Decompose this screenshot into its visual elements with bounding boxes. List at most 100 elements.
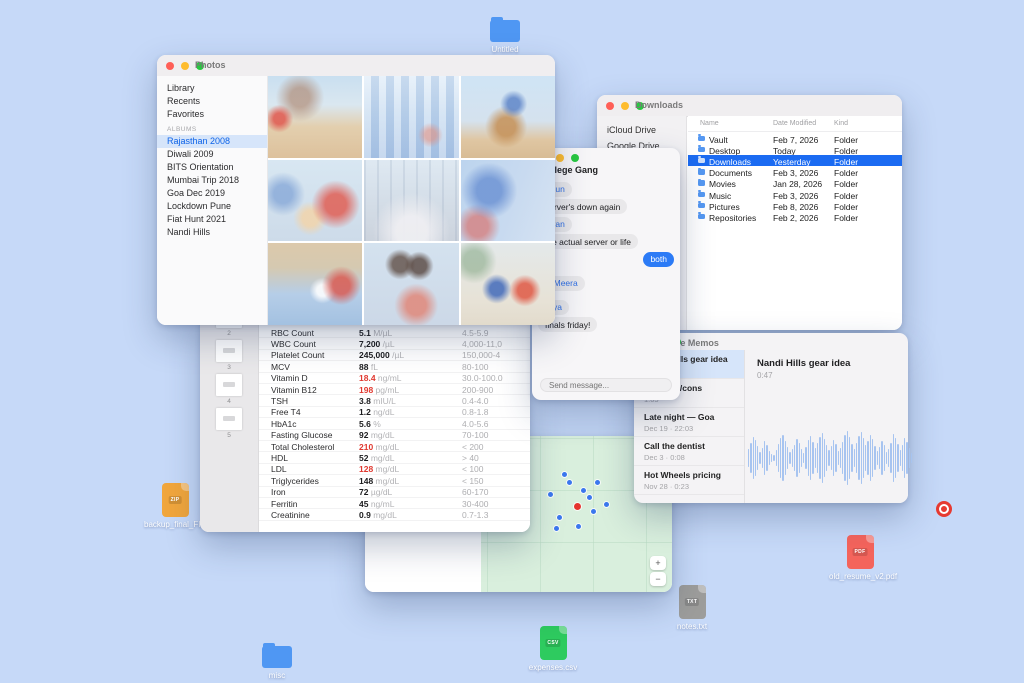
sidebar-item-recents[interactable]: Recents [157, 95, 267, 108]
album-item[interactable]: Diwali 2009 [157, 148, 267, 161]
photo-thumbnail[interactable] [268, 76, 362, 158]
test-value: 52 mg/dL [359, 453, 394, 463]
column-header[interactable]: Date Modified [773, 120, 816, 127]
test-value: 92 mg/dL [359, 430, 394, 440]
test-unit: mg/dL [373, 476, 399, 486]
waveform-bar [893, 434, 894, 482]
waveform-bar [762, 448, 763, 468]
waveform-bar [812, 442, 813, 474]
page-thumbnail[interactable] [216, 374, 242, 396]
date-modified: Feb 3, 2026 [773, 191, 818, 201]
desktop-icon-untitled-folder[interactable]: Untitled [474, 16, 536, 54]
waveform-bar [828, 450, 829, 466]
test-name: WBC Count [271, 339, 316, 349]
location-dot [567, 480, 572, 485]
album-item[interactable]: BITS Orientation [157, 161, 267, 174]
test-value: 5.1 M/µL [359, 328, 392, 338]
waveform-bar [801, 449, 802, 467]
table-row[interactable]: DocumentsFeb 3, 2026Folder [688, 167, 902, 178]
test-unit: pg/mL [373, 385, 399, 395]
photo-thumbnail[interactable] [461, 243, 555, 325]
page-thumbnail-sidebar: 2345 [200, 310, 259, 532]
file-name: Repositories [709, 213, 756, 223]
minimize-button[interactable] [621, 102, 629, 110]
desktop-icon-backup-zip-file[interactable]: ZIPbackup_final_FINAL... [144, 483, 206, 529]
album-item[interactable]: Lockdown Pune [157, 200, 267, 213]
file-kind: Folder [834, 168, 858, 178]
waveform-bar [879, 447, 880, 469]
date-modified: Feb 7, 2026 [773, 135, 818, 145]
table-row[interactable]: RepositoriesFeb 2, 2026Folder [688, 211, 902, 222]
waveform-bar [842, 442, 843, 474]
waveform-bar [808, 440, 809, 476]
waveform-bar [794, 445, 795, 471]
table-row[interactable]: PicturesFeb 8, 2026Folder [688, 200, 902, 211]
test-value: 210 mg/dL [359, 442, 399, 452]
file-name: Movies [709, 179, 736, 189]
test-value: 72 µg/dL [359, 487, 392, 497]
icon-label: Untitled [474, 45, 536, 54]
photo-thumbnail[interactable] [461, 76, 555, 158]
photos-nav: LibraryRecentsFavorites [157, 76, 267, 121]
sidebar-item-icloud-drive[interactable]: iCloud Drive [597, 122, 686, 138]
waveform-bar [895, 438, 896, 478]
maximize-button[interactable] [571, 154, 579, 162]
page-number: 4 [200, 398, 258, 405]
date-modified: Feb 8, 2026 [773, 202, 818, 212]
record-button[interactable] [936, 501, 952, 517]
reference-range: 150,000-4 [462, 350, 528, 360]
table-row[interactable]: DesktopTodayFolder [688, 144, 902, 155]
window-title: Photos [195, 60, 226, 70]
message-input[interactable] [540, 378, 672, 392]
album-item[interactable]: Rajasthan 2008 [157, 135, 267, 148]
test-unit: mg/dL [368, 453, 394, 463]
folder-icon [698, 203, 705, 209]
album-item[interactable]: Fiat Hunt 2021 [157, 213, 267, 226]
desktop-icon-misc-folder[interactable]: misc [246, 642, 308, 680]
test-name: Ferritin [271, 499, 297, 509]
close-button[interactable] [606, 102, 614, 110]
photo-thumbnail[interactable] [268, 243, 362, 325]
table-row[interactable]: MoviesJan 28, 2026Folder [688, 178, 902, 189]
message-thread: Arjunserver's down againKiranthe actual … [538, 179, 674, 332]
page-thumbnail[interactable] [216, 340, 242, 362]
album-item[interactable]: Goa Dec 2019 [157, 187, 267, 200]
table-row[interactable]: MusicFeb 3, 2026Folder [688, 189, 902, 200]
photo-thumbnail[interactable] [268, 160, 362, 242]
reference-range: 80-100 [462, 362, 528, 372]
zoom-in-button[interactable]: + [650, 556, 666, 570]
memo-list-item[interactable]: Late night — GoaDec 19 · 22:03 [634, 408, 744, 437]
minimize-button[interactable] [556, 154, 564, 162]
reference-range: 70-100 [462, 430, 528, 440]
memo-list-item[interactable]: Call the dentistDec 3 · 0:08 [634, 437, 744, 466]
window-title: Downloads [635, 100, 683, 110]
table-row[interactable]: VaultFeb 7, 2026Folder [688, 133, 902, 144]
column-header[interactable]: Kind [834, 120, 848, 127]
photo-thumbnail[interactable] [461, 160, 555, 242]
waveform-bar [881, 441, 882, 475]
sidebar-item-favorites[interactable]: Favorites [157, 108, 267, 121]
waveform-bar [769, 451, 770, 465]
album-item[interactable]: Nandi Hills [157, 226, 267, 239]
lab-report-window: 2345 RBC Count5.1 M/µL4.5-5.9WBC Count7,… [200, 310, 530, 532]
sidebar-item-library[interactable]: Library [157, 82, 267, 95]
waveform-bar [861, 432, 862, 484]
memo-list-item[interactable]: Hot Wheels pricingNov 28 · 0:23 [634, 466, 744, 495]
page-thumbnail[interactable] [216, 408, 242, 430]
table-row[interactable]: DownloadsYesterdayFolder [688, 155, 902, 166]
location-dot [554, 526, 559, 531]
test-name: HDL [271, 453, 288, 463]
file-type-badge: PDF [853, 548, 868, 556]
minimize-button[interactable] [181, 62, 189, 70]
waveform-bar [787, 447, 788, 469]
photo-thumbnail[interactable] [364, 160, 458, 242]
zoom-out-button[interactable]: − [650, 572, 666, 586]
album-item[interactable]: Mumbai Trip 2018 [157, 174, 267, 187]
photo-thumbnail[interactable] [364, 76, 458, 158]
close-button[interactable] [166, 62, 174, 70]
column-header[interactable]: Name [700, 120, 719, 127]
desktop-icon-expenses-csv-file[interactable]: CSVexpenses.csv [522, 626, 584, 672]
desktop-icon-old-resume-pdf-file[interactable]: PDFold_resume_v2.pdf [829, 535, 891, 581]
photo-thumbnail[interactable] [364, 243, 458, 325]
file-kind: Folder [834, 157, 858, 167]
